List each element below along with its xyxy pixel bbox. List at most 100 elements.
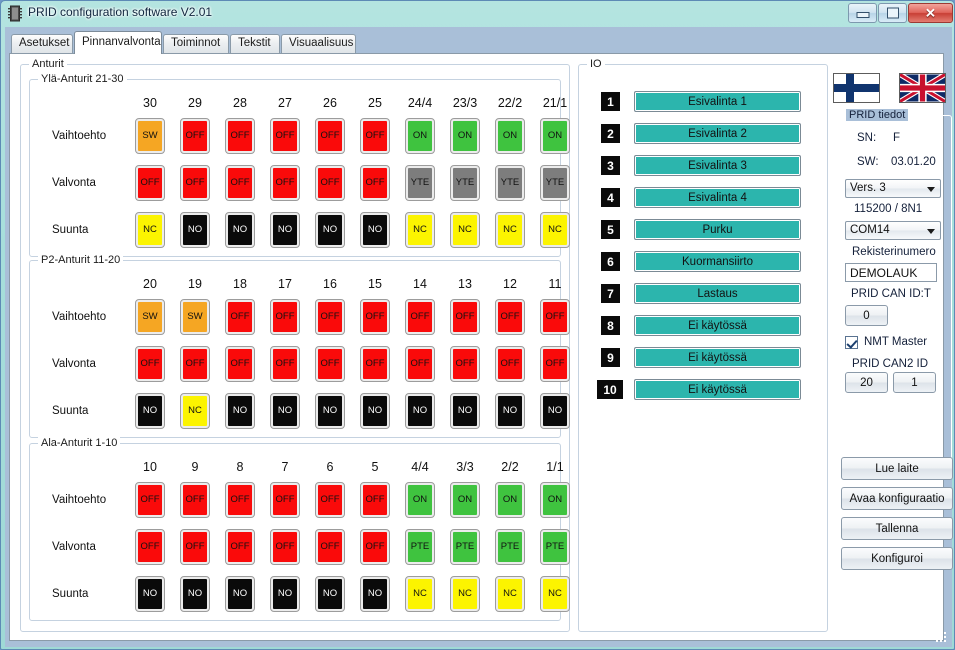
tab-tekstit[interactable]: Tekstit: [230, 34, 280, 53]
sensor-cell-button[interactable]: OFF: [135, 482, 165, 518]
sensor-cell-button[interactable]: OFF: [540, 346, 570, 382]
resize-grip[interactable]: [936, 632, 948, 644]
sensor-cell-button[interactable]: NC: [405, 576, 435, 612]
can-id-value-button[interactable]: 0: [845, 305, 888, 326]
sensor-cell-button[interactable]: SW: [135, 118, 165, 154]
action-button-lue-laite[interactable]: Lue laite: [841, 457, 953, 480]
io-button[interactable]: Kuormansiirto: [634, 251, 801, 272]
sensor-cell-button[interactable]: NO: [135, 576, 165, 612]
sensor-cell-button[interactable]: NC: [405, 212, 435, 248]
sensor-cell-button[interactable]: OFF: [360, 529, 390, 565]
sensor-cell-button[interactable]: OFF: [270, 299, 300, 335]
sensor-cell-button[interactable]: YTE: [495, 165, 525, 201]
io-button[interactable]: Esivalinta 3: [634, 155, 801, 176]
sensor-cell-button[interactable]: ON: [540, 118, 570, 154]
sensor-cell-button[interactable]: ON: [405, 482, 435, 518]
sensor-cell-button[interactable]: OFF: [270, 529, 300, 565]
sensor-cell-button[interactable]: OFF: [270, 346, 300, 382]
sensor-cell-button[interactable]: OFF: [225, 299, 255, 335]
close-button[interactable]: ✕: [908, 3, 953, 23]
sensor-cell-button[interactable]: PTE: [450, 529, 480, 565]
sensor-cell-button[interactable]: OFF: [225, 529, 255, 565]
sensor-cell-button[interactable]: NO: [270, 393, 300, 429]
sensor-cell-button[interactable]: ON: [450, 482, 480, 518]
sensor-cell-button[interactable]: NC: [540, 212, 570, 248]
sensor-cell-button[interactable]: NO: [270, 576, 300, 612]
action-button-tallenna[interactable]: Tallenna: [841, 517, 953, 540]
can2-value-b-button[interactable]: 1: [893, 372, 936, 393]
sensor-cell-button[interactable]: NO: [315, 576, 345, 612]
uk-flag[interactable]: [899, 73, 946, 103]
io-button[interactable]: Esivalinta 2: [634, 123, 801, 144]
sensor-cell-button[interactable]: OFF: [495, 346, 525, 382]
sensor-cell-button[interactable]: OFF: [315, 482, 345, 518]
sensor-cell-button[interactable]: OFF: [360, 299, 390, 335]
sensor-cell-button[interactable]: OFF: [360, 118, 390, 154]
maximize-button[interactable]: [878, 3, 907, 23]
sensor-cell-button[interactable]: ON: [495, 118, 525, 154]
sensor-cell-button[interactable]: OFF: [225, 482, 255, 518]
sensor-cell-button[interactable]: YTE: [540, 165, 570, 201]
sensor-cell-button[interactable]: NO: [180, 576, 210, 612]
version-select[interactable]: Vers. 3: [845, 179, 941, 198]
sensor-cell-button[interactable]: NO: [180, 212, 210, 248]
sensor-cell-button[interactable]: PTE: [405, 529, 435, 565]
sensor-cell-button[interactable]: NO: [315, 393, 345, 429]
sensor-cell-button[interactable]: OFF: [270, 118, 300, 154]
sensor-cell-button[interactable]: NC: [135, 212, 165, 248]
sensor-cell-button[interactable]: ON: [495, 482, 525, 518]
sensor-cell-button[interactable]: NC: [495, 576, 525, 612]
sensor-cell-button[interactable]: NO: [540, 393, 570, 429]
sensor-cell-button[interactable]: NC: [495, 212, 525, 248]
sensor-cell-button[interactable]: ON: [450, 118, 480, 154]
sensor-cell-button[interactable]: OFF: [180, 118, 210, 154]
sensor-cell-button[interactable]: OFF: [270, 165, 300, 201]
sensor-cell-button[interactable]: NO: [360, 212, 390, 248]
io-button[interactable]: Purku: [634, 219, 801, 240]
sensor-cell-button[interactable]: OFF: [180, 529, 210, 565]
sensor-cell-button[interactable]: NO: [270, 212, 300, 248]
sensor-cell-button[interactable]: PTE: [540, 529, 570, 565]
sensor-cell-button[interactable]: NO: [225, 393, 255, 429]
sensor-cell-button[interactable]: OFF: [540, 299, 570, 335]
sensor-cell-button[interactable]: NO: [360, 393, 390, 429]
sensor-cell-button[interactable]: NO: [225, 212, 255, 248]
io-button[interactable]: Ei käytössä: [634, 347, 801, 368]
finland-flag[interactable]: [833, 73, 880, 103]
sensor-cell-button[interactable]: PTE: [495, 529, 525, 565]
io-button[interactable]: Esivalinta 1: [634, 91, 801, 112]
sensor-cell-button[interactable]: NO: [135, 393, 165, 429]
sensor-cell-button[interactable]: OFF: [495, 299, 525, 335]
tab-visuaalisuus[interactable]: Visuaalisuus: [281, 34, 356, 53]
sensor-cell-button[interactable]: OFF: [135, 165, 165, 201]
sensor-cell-button[interactable]: NO: [450, 393, 480, 429]
sensor-cell-button[interactable]: OFF: [315, 346, 345, 382]
io-button[interactable]: Esivalinta 4: [634, 187, 801, 208]
minimize-button[interactable]: [848, 3, 877, 23]
sensor-cell-button[interactable]: OFF: [360, 165, 390, 201]
sensor-cell-button[interactable]: OFF: [135, 529, 165, 565]
sensor-cell-button[interactable]: OFF: [180, 346, 210, 382]
sensor-cell-button[interactable]: OFF: [225, 165, 255, 201]
nmt-master-checkbox[interactable]: [845, 336, 858, 349]
sensor-cell-button[interactable]: SW: [135, 299, 165, 335]
sensor-cell-button[interactable]: NO: [360, 576, 390, 612]
sensor-cell-button[interactable]: OFF: [180, 165, 210, 201]
sensor-cell-button[interactable]: NC: [450, 212, 480, 248]
sensor-cell-button[interactable]: OFF: [360, 482, 390, 518]
sensor-cell-button[interactable]: YTE: [405, 165, 435, 201]
can2-value-a-button[interactable]: 20: [845, 372, 888, 393]
sensor-cell-button[interactable]: OFF: [225, 346, 255, 382]
io-button[interactable]: Ei käytössä: [634, 315, 801, 336]
sensor-cell-button[interactable]: OFF: [270, 482, 300, 518]
sensor-cell-button[interactable]: OFF: [135, 346, 165, 382]
sensor-cell-button[interactable]: OFF: [405, 299, 435, 335]
io-button[interactable]: Lastaus: [634, 283, 801, 304]
sensor-cell-button[interactable]: NO: [495, 393, 525, 429]
sensor-cell-button[interactable]: OFF: [360, 346, 390, 382]
tab-pinnanvalvonta[interactable]: Pinnanvalvonta: [74, 31, 162, 54]
sensor-cell-button[interactable]: NC: [540, 576, 570, 612]
rekisterinumero-input[interactable]: DEMOLAUK: [845, 263, 937, 282]
sensor-cell-button[interactable]: OFF: [315, 118, 345, 154]
sensor-cell-button[interactable]: OFF: [315, 299, 345, 335]
